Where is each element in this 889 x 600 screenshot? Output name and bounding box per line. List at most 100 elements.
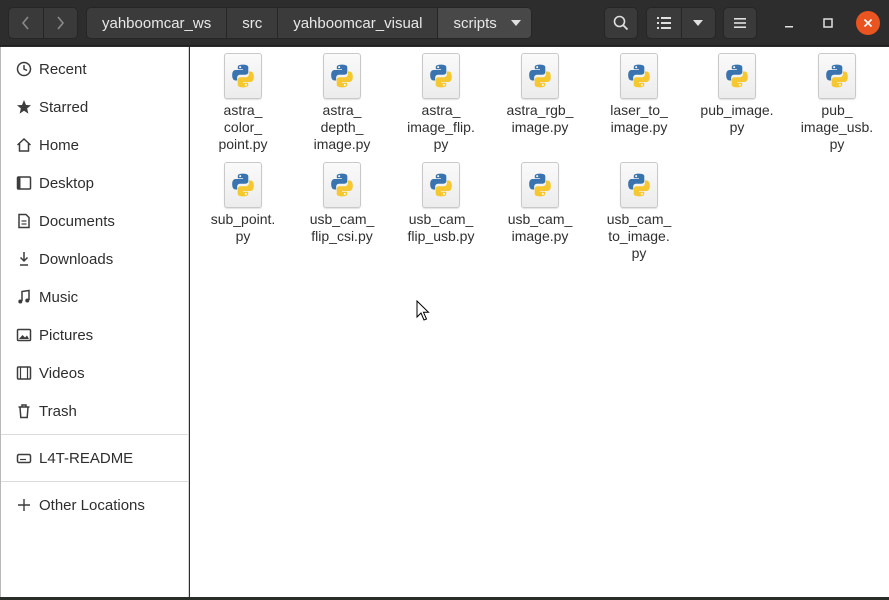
file-item[interactable]: laser_to_ image.py xyxy=(589,53,689,136)
chevron-right-icon xyxy=(57,16,65,30)
music-icon xyxy=(15,288,33,306)
close-button[interactable] xyxy=(856,11,880,35)
sidebar-item-l4t-readme[interactable]: L4T-README xyxy=(1,441,189,475)
minimize-icon xyxy=(785,26,793,28)
file-name: pub_image. py xyxy=(700,102,774,135)
sidebar-item-label: Documents xyxy=(39,212,115,230)
python-file-icon xyxy=(521,162,559,208)
python-file-icon xyxy=(521,53,559,99)
sidebar-item-label: Starred xyxy=(39,98,89,116)
file-name: astra_ depth_ image.py xyxy=(313,102,371,152)
file-item[interactable]: astra_ depth_ image.py xyxy=(292,53,392,153)
sidebar-item-label: Desktop xyxy=(39,174,95,192)
back-button[interactable] xyxy=(9,8,43,38)
file-name: astra_rgb_ image.py xyxy=(506,102,574,135)
sidebar-item-pictures[interactable]: Pictures xyxy=(1,318,189,352)
python-file-icon xyxy=(620,162,658,208)
clock-icon xyxy=(15,60,33,78)
search-icon xyxy=(613,15,629,31)
sidebar-item-documents[interactable]: Documents xyxy=(1,204,189,238)
file-item[interactable]: astra_ color_ point.py xyxy=(193,53,293,153)
hamburger-menu-icon xyxy=(734,18,746,28)
breadcrumb-label: yahboomcar_visual xyxy=(293,14,423,32)
file-item[interactable]: sub_point. py xyxy=(193,162,293,245)
pictures-icon xyxy=(15,326,33,344)
sidebar-item-videos[interactable]: Videos xyxy=(1,356,189,390)
main-menu-button[interactable] xyxy=(723,7,757,39)
trash-icon xyxy=(15,402,33,420)
file-name: laser_to_ image.py xyxy=(610,102,668,135)
python-file-icon xyxy=(422,53,460,99)
sidebar-item-downloads[interactable]: Downloads xyxy=(1,242,189,276)
chevron-down-icon xyxy=(693,20,704,26)
sidebar-item-label: Other Locations xyxy=(39,496,145,514)
sidebar-divider xyxy=(1,481,189,482)
download-icon xyxy=(15,250,33,268)
file-item[interactable]: astra_ image_flip. py xyxy=(391,53,491,153)
breadcrumb-label: src xyxy=(242,14,263,32)
python-file-icon xyxy=(718,53,756,99)
file-item[interactable]: pub_ image_usb. py xyxy=(787,53,887,153)
chevron-left-icon xyxy=(21,16,29,30)
chevron-down-icon xyxy=(510,20,521,26)
sidebar-item-trash[interactable]: Trash xyxy=(1,394,189,428)
navigation-buttons xyxy=(8,7,78,39)
search-button[interactable] xyxy=(604,7,638,39)
file-name: usb_cam_ to_image. py xyxy=(606,211,672,261)
breadcrumb: yahboomcar_ws src yahboomcar_visual scri… xyxy=(86,7,532,39)
maximize-icon xyxy=(823,18,833,28)
file-name: sub_point. py xyxy=(210,211,276,244)
file-item[interactable]: usb_cam_ image.py xyxy=(490,162,590,245)
file-grid: astra_ color_ point.py astra_ depth_ imag… xyxy=(190,47,889,597)
file-name: astra_ image_flip. py xyxy=(407,102,475,152)
document-icon xyxy=(15,212,33,230)
file-name: pub_ image_usb. py xyxy=(800,102,874,152)
drive-icon xyxy=(15,449,33,467)
sidebar-item-label: Home xyxy=(39,136,80,154)
list-view-button[interactable] xyxy=(647,8,681,38)
forward-button[interactable] xyxy=(42,8,77,38)
sidebar-item-label: Videos xyxy=(39,364,85,382)
python-file-icon xyxy=(620,53,658,99)
sidebar-item-home[interactable]: Home xyxy=(1,128,189,162)
sidebar-item-label: Trash xyxy=(39,402,77,420)
sidebar: Recent Starred Home Desktop Documents Do… xyxy=(0,47,189,600)
sidebar-item-recent[interactable]: Recent xyxy=(1,52,189,86)
file-item[interactable]: usb_cam_ to_image. py xyxy=(589,162,689,262)
sidebar-item-label: Recent xyxy=(39,60,87,78)
file-item[interactable]: pub_image. py xyxy=(687,53,787,136)
breadcrumb-current[interactable]: scripts xyxy=(438,8,531,38)
close-icon xyxy=(863,18,873,28)
sidebar-item-label: Music xyxy=(39,288,79,306)
sidebar-item-music[interactable]: Music xyxy=(1,280,189,314)
file-item[interactable]: astra_rgb_ image.py xyxy=(490,53,590,136)
file-item[interactable]: usb_cam_ flip_usb.py xyxy=(391,162,491,245)
header-bar: yahboomcar_ws src yahboomcar_visual scri… xyxy=(0,0,889,46)
sidebar-item-label: Downloads xyxy=(39,250,114,268)
sidebar-item-starred[interactable]: Starred xyxy=(1,90,189,124)
sidebar-item-desktop[interactable]: Desktop xyxy=(1,166,189,200)
python-file-icon xyxy=(422,162,460,208)
python-file-icon xyxy=(818,53,856,99)
breadcrumb-item[interactable]: yahboomcar_visual xyxy=(278,8,439,38)
desktop-icon xyxy=(15,174,33,192)
breadcrumb-item[interactable]: yahboomcar_ws xyxy=(87,8,228,38)
file-name: usb_cam_ flip_usb.py xyxy=(407,211,475,244)
view-options-button[interactable] xyxy=(680,8,715,38)
file-name: astra_ color_ point.py xyxy=(218,102,268,152)
star-icon xyxy=(15,98,33,116)
python-file-icon xyxy=(224,162,262,208)
minimize-button[interactable] xyxy=(777,11,801,35)
breadcrumb-item[interactable]: src xyxy=(227,8,279,38)
plus-icon xyxy=(15,496,33,514)
maximize-button[interactable] xyxy=(816,11,840,35)
video-icon xyxy=(15,364,33,382)
sidebar-item-label: L4T-README xyxy=(39,449,134,467)
python-file-icon xyxy=(323,53,361,99)
mouse-pointer-icon xyxy=(416,300,430,321)
sidebar-divider xyxy=(1,434,189,435)
file-name: usb_cam_ flip_csi.py xyxy=(309,211,375,244)
view-toggle-group xyxy=(646,7,716,39)
sidebar-item-other-locations[interactable]: Other Locations xyxy=(1,488,189,522)
file-item[interactable]: usb_cam_ flip_csi.py xyxy=(292,162,392,245)
